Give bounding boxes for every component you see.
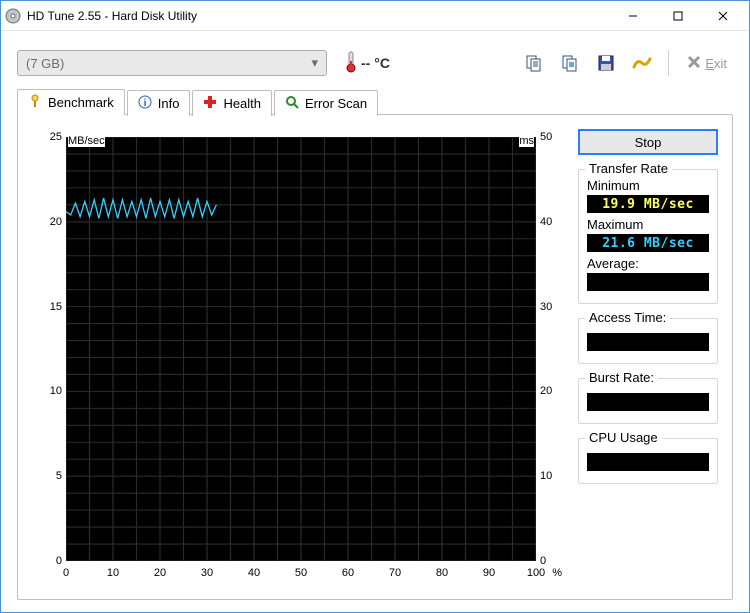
y-left-unit-label: MB/sec — [68, 135, 105, 147]
options-button[interactable] — [628, 49, 656, 77]
info-icon: i — [138, 95, 152, 112]
group-title: CPU Usage — [585, 430, 662, 445]
x-tick: 90 — [483, 567, 495, 579]
tab-label: Health — [223, 96, 261, 111]
y-right-tick: 0 — [540, 555, 566, 567]
thermometer-icon — [345, 51, 357, 76]
window-title: HD Tune 2.55 - Hard Disk Utility — [27, 9, 610, 23]
avg-label: Average: — [587, 256, 709, 271]
y-left-tick: 20 — [34, 216, 62, 228]
x-tick: 0 — [63, 567, 69, 579]
min-label: Minimum — [587, 178, 709, 193]
tab-errorscan[interactable]: Error Scan — [274, 90, 378, 116]
group-access-time: Access Time: — [578, 318, 718, 364]
y-left-tick: 0 — [34, 555, 62, 567]
burst-value — [587, 393, 709, 411]
y-left-tick: 15 — [34, 301, 62, 313]
copy-screenshot-button[interactable] — [556, 49, 584, 77]
group-cpu-usage: CPU Usage — [578, 438, 718, 484]
app-window: HD Tune 2.55 - Hard Disk Utility (7 GB) … — [0, 0, 750, 613]
drive-select[interactable]: (7 GB) ▾ — [17, 50, 327, 76]
maximize-button[interactable] — [655, 1, 700, 30]
benchmark-chart: MB/sec ms % 2520151050504030201000102030… — [66, 137, 536, 561]
y-left-tick: 10 — [34, 385, 62, 397]
y-left-tick: 25 — [34, 131, 62, 143]
tab-health[interactable]: Health — [192, 90, 272, 116]
cpu-value — [587, 453, 709, 471]
min-value: 19.9 MB/sec — [587, 195, 709, 213]
tab-info[interactable]: i Info — [127, 90, 191, 116]
x-tick: 20 — [154, 567, 166, 579]
benchmark-icon — [28, 94, 42, 111]
max-value: 21.6 MB/sec — [587, 234, 709, 252]
exit-label: Exit — [705, 56, 727, 71]
start-stop-button[interactable]: Stop — [578, 129, 718, 155]
drive-select-label: (7 GB) — [26, 56, 64, 71]
svg-text:i: i — [143, 98, 146, 109]
y-left-tick: 5 — [34, 470, 62, 482]
group-transfer-rate: Transfer Rate Minimum 19.9 MB/sec Maximu… — [578, 169, 718, 304]
avg-value — [587, 273, 709, 291]
toolbar: (7 GB) ▾ -- °C Exit — [17, 43, 733, 83]
y-right-unit-label: ms — [519, 135, 534, 147]
max-label: Maximum — [587, 217, 709, 232]
tab-label: Error Scan — [305, 96, 367, 111]
app-icon — [5, 8, 21, 24]
x-tick: 30 — [201, 567, 213, 579]
group-title: Burst Rate: — [585, 370, 658, 385]
x-unit-label: % — [552, 567, 562, 579]
close-button[interactable] — [700, 1, 745, 30]
x-tick: 70 — [389, 567, 401, 579]
scan-icon — [285, 95, 299, 112]
y-right-tick: 50 — [540, 131, 566, 143]
x-tick: 100 — [527, 567, 545, 579]
chart-column: MB/sec ms % 2520151050504030201000102030… — [32, 129, 566, 589]
toolbar-divider — [668, 50, 669, 76]
tab-content-benchmark: MB/sec ms % 2520151050504030201000102030… — [17, 114, 733, 600]
x-tick: 10 — [107, 567, 119, 579]
titlebar[interactable]: HD Tune 2.55 - Hard Disk Utility — [1, 1, 749, 31]
y-right-tick: 10 — [540, 470, 566, 482]
copy-info-button[interactable] — [520, 49, 548, 77]
temperature-value: -- °C — [361, 55, 390, 71]
group-title: Transfer Rate — [585, 161, 672, 176]
metrics-column: Stop Transfer Rate Minimum 19.9 MB/sec M… — [578, 129, 718, 589]
exit-button[interactable]: Exit — [681, 55, 733, 72]
health-icon — [203, 95, 217, 112]
group-title: Access Time: — [585, 310, 670, 325]
access-value — [587, 333, 709, 351]
temperature-indicator: -- °C — [345, 51, 390, 76]
tab-label: Info — [158, 96, 180, 111]
group-burst-rate: Burst Rate: — [578, 378, 718, 424]
save-button[interactable] — [592, 49, 620, 77]
y-right-tick: 40 — [540, 216, 566, 228]
y-right-tick: 30 — [540, 301, 566, 313]
close-icon — [687, 55, 701, 72]
tab-strip: Benchmark i Info Health Error Scan — [17, 89, 733, 115]
x-tick: 40 — [248, 567, 260, 579]
minimize-button[interactable] — [610, 1, 655, 30]
x-tick: 80 — [436, 567, 448, 579]
x-tick: 50 — [295, 567, 307, 579]
tab-label: Benchmark — [48, 95, 114, 110]
tab-benchmark[interactable]: Benchmark — [17, 89, 125, 115]
y-right-tick: 20 — [540, 385, 566, 397]
x-tick: 60 — [342, 567, 354, 579]
chevron-down-icon: ▾ — [311, 55, 318, 71]
